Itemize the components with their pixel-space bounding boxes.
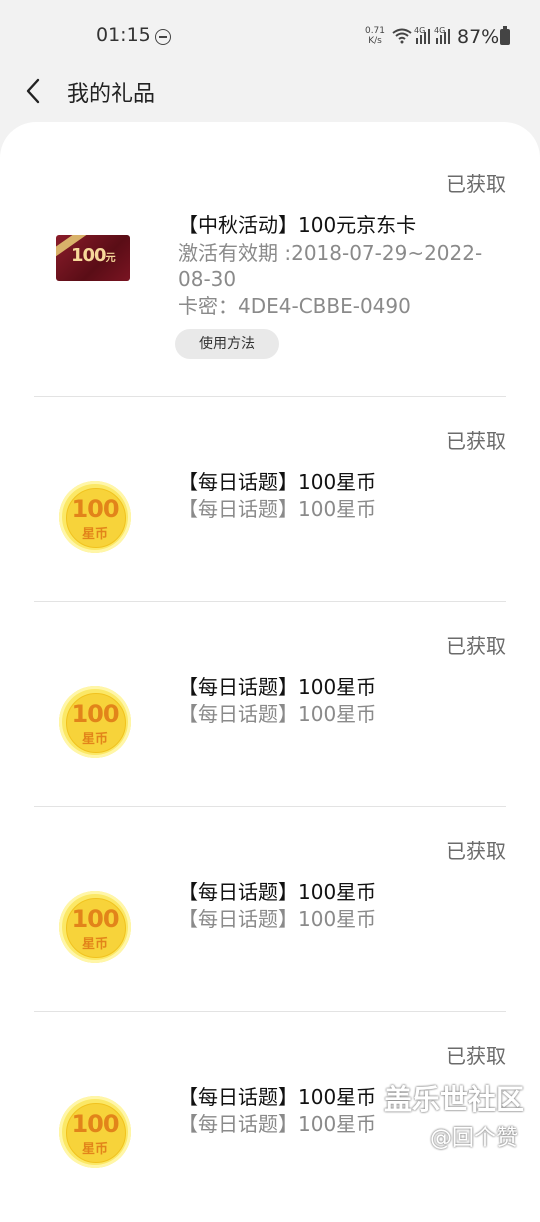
gift-card-key: 卡密：4DE4-CBBE-0490 (178, 294, 411, 318)
gift-list: 已获取 100元 【中秋活动】100元京东卡 激活有效期 :2018-07-29… (0, 122, 540, 1222)
gift-status: 已获取 (446, 1044, 506, 1068)
gift-subtitle: 【每日话题】100星币 (178, 702, 377, 726)
signal-icon: 4G (434, 26, 452, 48)
coin-amount: 100 (71, 700, 119, 728)
usage-instructions-button[interactable]: 使用方法 (175, 329, 279, 359)
page-title: 我的礼品 (67, 82, 156, 107)
star-coin-icon: 100 星币 (59, 1096, 131, 1168)
jd-card-unit: 元 (105, 253, 116, 264)
coin-amount: 100 (71, 905, 119, 933)
gift-status: 已获取 (446, 634, 506, 658)
jd-gift-card-icon: 100元 (56, 235, 130, 281)
coin-label: 星币 (81, 732, 108, 747)
back-button[interactable] (18, 74, 52, 108)
network-speed-value: 0.71 (364, 26, 386, 36)
gift-validity-line2: 08-30 (178, 267, 237, 291)
gift-title: 【每日话题】100星币 (178, 675, 377, 699)
coin-label: 星币 (81, 1142, 108, 1157)
gift-subtitle: 【每日话题】100星币 (178, 497, 377, 521)
battery-icon (500, 26, 510, 45)
network-speed-unit: K/s (368, 36, 382, 46)
gift-status: 已获取 (446, 839, 506, 863)
star-coin-icon: 100 星币 (59, 481, 131, 553)
coin-label: 星币 (81, 527, 108, 542)
battery-percentage: 87% (457, 26, 500, 48)
gift-validity: 激活有效期 :2018-07-29~2022- 08-30 (178, 240, 482, 292)
gift-subtitle: 【每日话题】100星币 (178, 907, 377, 931)
network-type: 4G (434, 26, 446, 35)
gift-title: 【中秋活动】100元京东卡 (178, 213, 417, 237)
watermark-brand: 盖乐世社区 (384, 1083, 525, 1116)
coin-amount: 100 (71, 1110, 119, 1138)
chevron-left-icon (26, 78, 40, 104)
gift-status: 已获取 (446, 172, 506, 196)
gift-item-jd-card[interactable]: 已获取 100元 【中秋活动】100元京东卡 激活有效期 :2018-07-29… (0, 122, 540, 397)
network-type: 4G (414, 26, 426, 35)
jd-card-amount: 100 (71, 245, 107, 266)
star-coin-icon: 100 星币 (59, 891, 131, 963)
gift-item-star-coin[interactable]: 已获取 100 星币 【每日话题】100星币 【每日话题】100星币 (0, 807, 540, 1012)
coin-amount: 100 (71, 495, 119, 523)
gift-subtitle: 【每日话题】100星币 (178, 1112, 377, 1136)
signal-icon: 4G (414, 26, 432, 48)
wifi-icon (392, 28, 412, 44)
watermark-user: @回个赞 (430, 1126, 519, 1151)
status-time: 01:15 (96, 24, 151, 46)
coin-label: 星币 (81, 937, 108, 952)
gift-validity-line1: 激活有效期 :2018-07-29~2022- (178, 241, 483, 265)
gift-title: 【每日话题】100星币 (178, 1085, 377, 1109)
gift-title: 【每日话题】100星币 (178, 880, 377, 904)
star-coin-icon: 100 星币 (59, 686, 131, 758)
app-bar: 我的礼品 (0, 60, 540, 120)
gift-item-star-coin[interactable]: 已获取 100 星币 【每日话题】100星币 【每日话题】100星币 (0, 397, 540, 602)
gift-status: 已获取 (446, 429, 506, 453)
gift-item-star-coin[interactable]: 已获取 100 星币 【每日话题】100星币 【每日话题】100星币 (0, 602, 540, 807)
network-speed: 0.71 K/s (364, 26, 386, 46)
do-not-disturb-icon (155, 29, 171, 45)
gift-title: 【每日话题】100星币 (178, 470, 377, 494)
